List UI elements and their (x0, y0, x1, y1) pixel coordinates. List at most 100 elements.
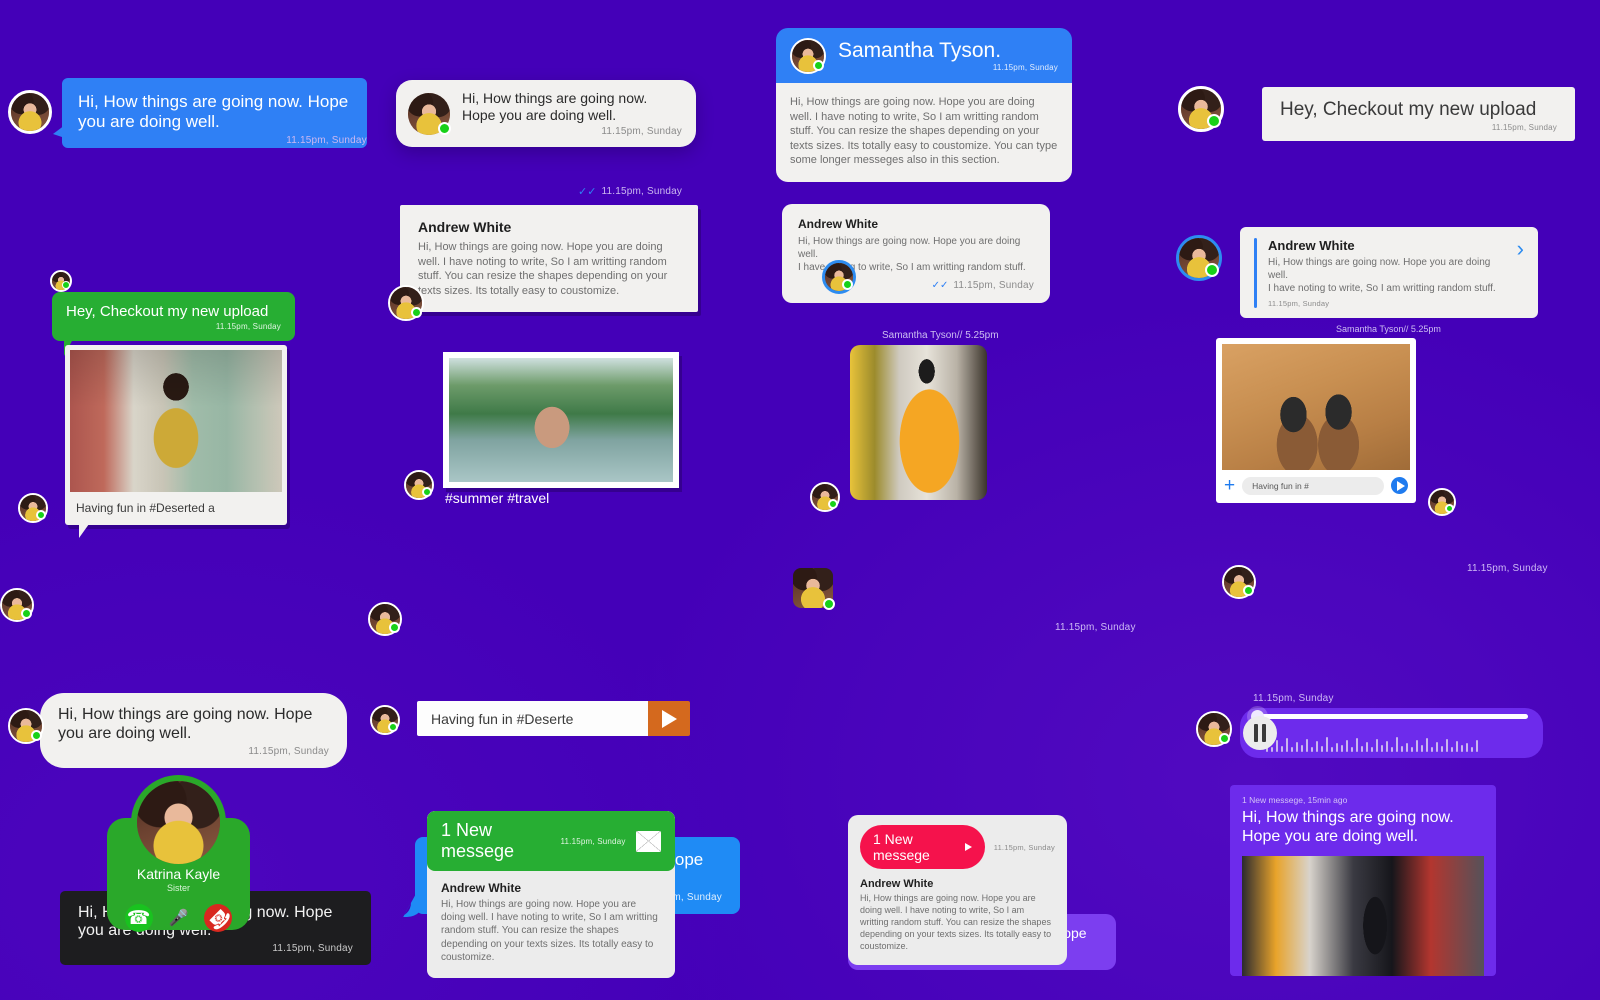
message-input-bar[interactable] (417, 701, 690, 736)
read-tick-icon: ✓✓ (931, 279, 949, 291)
avatar-image (50, 270, 72, 292)
notification-text: Hi, How things are going now. Hope you a… (1242, 809, 1454, 845)
timestamp: 11.15pm, Sunday (1268, 298, 1330, 308)
online-status-dot (36, 510, 46, 520)
timestamp: 11.15pm, Sunday (215, 321, 281, 331)
online-status-dot (823, 598, 835, 610)
timestamp: 11.15pm, Sunday (1467, 563, 1548, 574)
online-status-dot (1207, 114, 1221, 128)
avatar (18, 493, 48, 523)
new-message-badge[interactable]: 1 New messege (860, 825, 985, 869)
timestamp: 11.15pm, Sunday (993, 842, 1055, 852)
avatar-image (388, 285, 424, 321)
phone-icon: ☎ (126, 907, 151, 929)
phone-hangup-icon: ☎ (202, 902, 235, 934)
send-button[interactable] (648, 701, 690, 736)
avatar (810, 482, 840, 512)
sender-name: Andrew White (418, 219, 512, 235)
notification-card-red[interactable]: 1 New messege 11.15pm, Sunday Andrew Whi… (848, 815, 1067, 966)
avatar (822, 260, 856, 294)
avatar-image (1196, 711, 1232, 747)
avatar-image (822, 260, 856, 294)
timestamp: 11.15pm, Sunday (1253, 693, 1334, 704)
message-card-named[interactable]: Andrew White Hi, How things are going no… (1240, 227, 1538, 318)
avatar-image (1428, 488, 1456, 516)
audio-waveform (1266, 736, 1478, 752)
online-status-dot (62, 281, 70, 289)
avatar (8, 90, 52, 134)
timestamp: 11.15pm, Sunday (560, 836, 626, 846)
envelope-icon[interactable] (635, 830, 662, 852)
photo-street-image (70, 350, 282, 492)
photo-message-card[interactable] (443, 352, 679, 488)
avatar (0, 588, 34, 622)
message-bubble-grey[interactable]: Hi, How things are going now. Hope you a… (40, 692, 347, 768)
message-input[interactable] (417, 701, 648, 736)
photo-message-card[interactable]: + Having fun in # (1216, 338, 1416, 503)
chevron-right-icon[interactable]: › (1517, 238, 1524, 308)
caption-input[interactable]: Having fun in # (1242, 476, 1384, 495)
timestamp: 11.15pm, Sunday (992, 63, 1058, 73)
caller-avatar (131, 775, 226, 870)
online-status-dot (422, 487, 432, 497)
audio-player[interactable] (1240, 708, 1543, 758)
message-bubble-white[interactable]: Hey, Checkout my new upload 11.15pm, Sun… (1262, 87, 1575, 142)
avatar-image (1176, 235, 1222, 281)
contact-name: Samantha Tyson. (838, 38, 1002, 62)
sender-name: Andrew White (798, 217, 878, 231)
online-status-dot (388, 722, 398, 732)
message-text: Hey, Checkout my new upload (1280, 99, 1537, 120)
message-body: Hi, How things are going now. Hope you a… (441, 899, 658, 963)
photo-yellow-image[interactable] (850, 345, 987, 500)
conversation-card[interactable]: Samantha Tyson. 11.15pm, Sunday Hi, How … (776, 28, 1072, 182)
timestamp: 11.15pm, Sunday (272, 943, 353, 955)
timestamp: 11.15pm, Sunday (1491, 123, 1557, 133)
avatar-image (131, 775, 226, 870)
photo-caption: #summer #travel (445, 490, 550, 506)
send-circle-icon[interactable] (1391, 477, 1408, 494)
call-end-button[interactable]: ☎ (202, 902, 235, 934)
avatar (388, 285, 424, 321)
avatar-image (0, 588, 34, 622)
avatar (1176, 235, 1222, 281)
message-card-named[interactable]: Andrew White Hi, How things are going no… (400, 205, 698, 313)
sender-name: Andrew White (1268, 238, 1355, 253)
photo-river-image (449, 358, 673, 482)
call-accept-button[interactable]: ☎ (124, 904, 153, 932)
notification-card-violet[interactable]: 1 New messege, 15min ago Hi, How things … (1230, 785, 1496, 976)
audio-pause-button[interactable] (1243, 716, 1277, 750)
photo-caption-input-row[interactable]: + Having fun in # (1222, 470, 1410, 503)
online-status-dot (813, 60, 824, 71)
photo-message-card[interactable]: Having fun in #Deserted a (65, 345, 287, 538)
online-status-dot (1445, 504, 1454, 513)
online-status-dot (21, 608, 32, 619)
pause-icon (1254, 724, 1266, 742)
read-tick-icon: ✓ (272, 135, 282, 147)
avatar-image (8, 708, 44, 744)
message-text: Hi, How things are going now. Hope you a… (78, 92, 349, 132)
play-arrow-icon (964, 843, 972, 851)
timestamp: 11.15pm, Sunday (1055, 622, 1136, 633)
avatar (8, 708, 44, 744)
online-status-dot (1243, 585, 1254, 596)
plus-icon[interactable]: + (1224, 476, 1235, 495)
notification-card-green[interactable]: 1 New messege 11.15pm, Sunday Andrew Whi… (427, 811, 675, 978)
avatar-image (1178, 86, 1224, 132)
message-card-with-avatar[interactable]: Hi, How things are going now. Hope you a… (396, 80, 696, 148)
photo-caption: Having fun in #Deserted a (76, 501, 215, 515)
avatar-image (793, 568, 835, 610)
avatar-face (11, 93, 49, 131)
microphone-icon[interactable]: 🎤 (169, 908, 189, 928)
avatar (404, 470, 434, 500)
avatar (1196, 711, 1232, 747)
bubble-tail (403, 895, 425, 918)
audio-progress-track[interactable] (1260, 714, 1528, 719)
avatar (1178, 86, 1224, 132)
online-status-dot (1205, 263, 1219, 277)
online-status-dot (828, 499, 838, 509)
online-status-dot (31, 730, 42, 741)
avatar-image (810, 482, 840, 512)
send-icon (661, 709, 677, 728)
online-status-dot (411, 307, 422, 318)
message-bubble-green[interactable]: Hey, Checkout my new upload 11.15pm, Sun… (52, 292, 295, 356)
